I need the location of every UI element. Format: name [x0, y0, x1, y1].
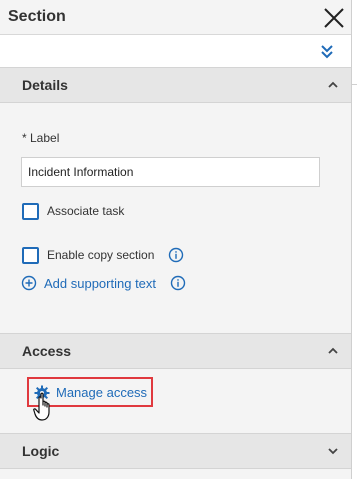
access-section-title: Access	[22, 343, 72, 359]
double-chevron-down-icon[interactable]	[318, 42, 336, 60]
enable-copy-section-checkbox[interactable]	[22, 247, 39, 264]
hand-cursor-icon	[33, 392, 50, 421]
section-panel: Section Details * Label Associate task E…	[0, 0, 352, 479]
details-section-title: Details	[22, 77, 68, 93]
associate-task-label: Associate task	[47, 204, 125, 218]
chevron-up-icon	[328, 81, 338, 88]
chevron-up-icon	[328, 347, 338, 354]
associate-task-checkbox[interactable]	[22, 203, 39, 220]
manage-access-label: Manage access	[56, 385, 148, 400]
close-icon[interactable]	[322, 6, 346, 30]
label-input[interactable]	[21, 157, 320, 187]
gutter-divider	[352, 84, 357, 85]
panel-title-bar: Section	[0, 0, 351, 34]
details-section-header[interactable]: Details	[0, 67, 351, 103]
logic-section-header[interactable]: Logic	[0, 433, 351, 469]
access-section-header[interactable]: Access	[0, 333, 351, 369]
info-icon[interactable]	[170, 275, 186, 291]
logic-section-title: Logic	[22, 443, 60, 459]
add-supporting-text-link[interactable]: Add supporting text	[44, 276, 156, 291]
label-field-label: * Label	[22, 131, 60, 145]
panel-title: Section	[8, 8, 66, 25]
enable-copy-section-label: Enable copy section	[47, 248, 155, 262]
right-gutter	[352, 0, 357, 479]
info-icon[interactable]	[168, 247, 184, 263]
collapse-all-bar	[0, 34, 351, 68]
plus-circle-icon[interactable]	[21, 275, 37, 291]
chevron-down-icon	[328, 448, 338, 455]
